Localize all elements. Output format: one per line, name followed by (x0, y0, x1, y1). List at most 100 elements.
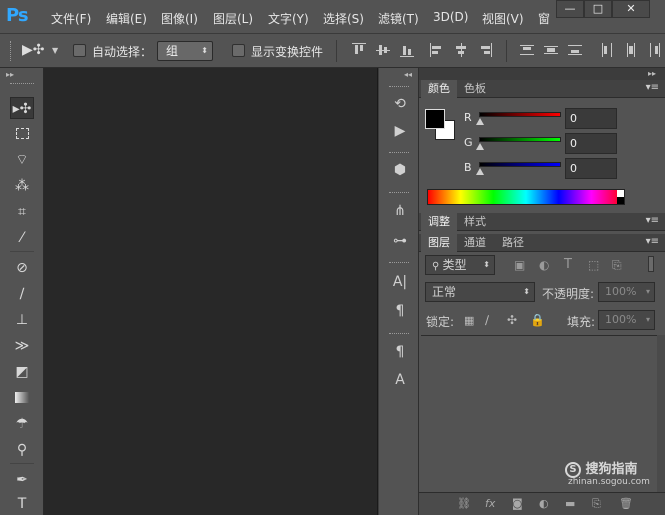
panel-menu-icon[interactable]: ▾≡ (646, 82, 659, 93)
tab-styles[interactable]: 样式 (457, 213, 493, 231)
delete-layer-icon[interactable]: 🗑 (619, 497, 633, 510)
filter-toggle[interactable] (648, 256, 654, 272)
blend-mode-dropdown[interactable]: 正常 ⬍ (425, 282, 535, 302)
new-layer-icon[interactable]: ⎘ (592, 497, 601, 511)
show-transform-checkbox[interactable] (232, 44, 245, 57)
fill-input[interactable]: 100% ▾ (598, 310, 655, 330)
filter-type-icon[interactable]: T (564, 257, 572, 272)
clone-stamp-tool-icon[interactable]: ⊥ (10, 309, 34, 331)
lock-image-brush-icon[interactable]: ∕ (485, 313, 489, 327)
white-swatch[interactable] (617, 190, 624, 197)
align-right-icon[interactable] (478, 43, 492, 57)
menu-select[interactable]: 选择(S) (323, 10, 364, 27)
paragraph-styles-icon[interactable]: ¶ (389, 342, 411, 362)
filter-shape-icon[interactable]: ⬚ (588, 258, 599, 272)
menu-layer[interactable]: 图层(L) (213, 10, 253, 27)
menu-image[interactable]: 图像(I) (161, 10, 198, 27)
channel-b-slider[interactable] (479, 162, 561, 167)
healing-brush-tool-icon[interactable]: ⊘ (10, 257, 34, 279)
history-icon[interactable]: ⟲ (389, 94, 411, 114)
minimize-button[interactable]: — (556, 0, 584, 18)
add-mask-icon[interactable]: ◙ (512, 497, 523, 510)
eraser-tool-icon[interactable]: ◩ (10, 361, 34, 383)
document-canvas-area[interactable] (44, 68, 378, 515)
menu-type[interactable]: 文字(Y) (268, 10, 309, 27)
distribute-top-icon[interactable] (520, 43, 534, 57)
adjustment-layer-icon[interactable]: ◐ (539, 497, 549, 510)
brush-settings-icon[interactable]: ⊶ (389, 231, 411, 251)
layer-filter-dropdown[interactable]: ⚲ 类型 ⬍ (425, 255, 495, 275)
magic-wand-tool-icon[interactable]: ⁂ (10, 175, 34, 197)
filter-pixel-icon[interactable]: ▣ (514, 258, 525, 272)
menu-view[interactable]: 视图(V) (482, 10, 524, 27)
channel-g-slider[interactable] (479, 137, 561, 142)
lock-transparent-icon[interactable]: ▦ (464, 314, 474, 327)
opacity-input[interactable]: 100% ▾ (598, 282, 655, 302)
link-layers-icon[interactable]: ⛓ (457, 497, 471, 510)
collapse-arrows-icon[interactable]: ◂◂ (404, 70, 412, 79)
dodge-tool-icon[interactable]: ⚲ (10, 439, 34, 461)
panel-menu-icon[interactable]: ▾≡ (646, 236, 659, 247)
lasso-tool-icon[interactable]: ⌔ (10, 149, 34, 171)
align-left-icon[interactable] (430, 43, 444, 57)
menu-edit[interactable]: 编辑(E) (106, 10, 147, 27)
channel-g-thumb[interactable] (476, 143, 484, 150)
align-vcenter-icon[interactable] (376, 43, 390, 57)
gradient-tool-icon[interactable] (10, 387, 34, 409)
auto-select-checkbox[interactable] (73, 44, 86, 57)
tab-paths[interactable]: 路径 (495, 234, 531, 252)
distribute-vcenter-icon[interactable] (544, 43, 558, 57)
new-group-icon[interactable]: ▬ (565, 497, 575, 510)
chevron-down-icon[interactable]: ▼ (52, 46, 58, 55)
filter-adjustment-icon[interactable]: ◐ (539, 258, 549, 272)
paragraph-icon[interactable]: ¶ (389, 301, 411, 321)
3d-icon[interactable]: ⬢ (389, 160, 411, 180)
channel-b-value[interactable]: 0 (565, 158, 617, 179)
collapse-arrows-icon[interactable]: ▸▸ (648, 69, 656, 78)
distribute-bottom-icon[interactable] (568, 43, 582, 57)
black-swatch[interactable] (617, 197, 624, 204)
type-tool-icon[interactable]: T (10, 493, 34, 515)
tab-channels[interactable]: 通道 (457, 234, 493, 252)
distribute-hcenter-icon[interactable] (624, 43, 638, 57)
panel-menu-icon[interactable]: ▾≡ (646, 215, 659, 226)
marquee-tool-icon[interactable] (10, 123, 34, 145)
foreground-color-swatch[interactable] (425, 109, 445, 129)
menu-window[interactable]: 窗 (538, 10, 550, 27)
menu-filter[interactable]: 滤镜(T) (378, 10, 419, 27)
brush-presets-icon[interactable]: ⋔ (389, 201, 411, 221)
channel-g-value[interactable]: 0 (565, 133, 617, 154)
channel-r-slider[interactable] (479, 112, 561, 117)
align-bottom-icon[interactable] (400, 43, 414, 57)
collapse-arrows-icon[interactable]: ▸▸ (6, 70, 14, 79)
distribute-left-icon[interactable] (600, 43, 614, 57)
channel-r-thumb[interactable] (476, 118, 484, 125)
actions-play-icon[interactable]: ▶ (389, 121, 411, 141)
blur-tool-icon[interactable]: ☂ (10, 413, 34, 435)
align-hcenter-icon[interactable] (454, 43, 468, 57)
align-top-icon[interactable] (352, 43, 366, 57)
close-button[interactable]: ✕ (612, 0, 650, 18)
channel-r-value[interactable]: 0 (565, 108, 617, 129)
lock-position-icon[interactable]: ✣ (507, 313, 517, 327)
pen-tool-icon[interactable]: ✒ (10, 469, 34, 491)
brush-tool-icon[interactable]: ∕ (10, 283, 34, 305)
distribute-right-icon[interactable] (648, 43, 662, 57)
fx-icon[interactable]: fx (485, 497, 495, 510)
menu-3d[interactable]: 3D(D) (433, 10, 468, 24)
channel-b-thumb[interactable] (476, 168, 484, 175)
history-brush-tool-icon[interactable]: ≫ (10, 335, 34, 357)
tab-swatches[interactable]: 色板 (457, 80, 493, 98)
restore-button[interactable]: □ (584, 0, 612, 18)
character-icon[interactable]: A| (389, 272, 411, 292)
layers-scrollbar[interactable] (657, 335, 665, 492)
color-spectrum-ramp[interactable] (427, 189, 625, 205)
lock-all-icon[interactable]: 🔒 (530, 313, 545, 327)
tab-color[interactable]: 颜色 (421, 80, 457, 98)
crop-tool-icon[interactable]: ⌗ (10, 201, 34, 223)
menu-file[interactable]: 文件(F) (51, 10, 91, 27)
move-tool-icon[interactable]: ▸✣ (10, 97, 34, 119)
move-tool-preset-icon[interactable]: ▶✣ (22, 42, 45, 58)
tab-layers[interactable]: 图层 (421, 234, 457, 252)
tab-adjustments[interactable]: 调整 (421, 213, 457, 231)
